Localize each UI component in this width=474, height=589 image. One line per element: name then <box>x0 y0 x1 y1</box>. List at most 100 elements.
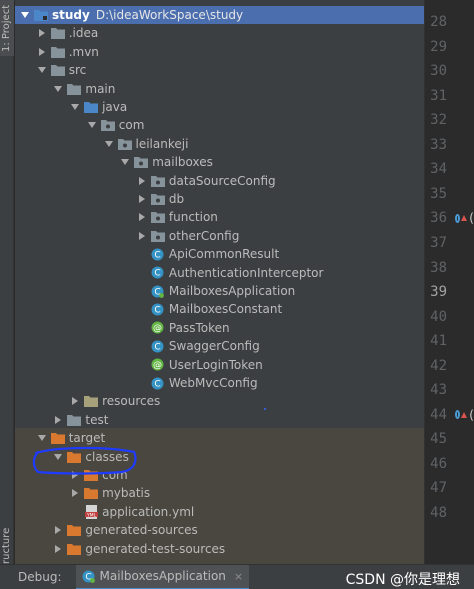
tree-row[interactable]: mybatis <box>15 484 424 502</box>
line-number: 34 <box>430 161 447 178</box>
line-number: 40 <box>430 308 447 325</box>
package-icon <box>150 174 165 188</box>
tree-row[interactable]: generated-test-sources <box>15 540 424 558</box>
expand-arrow-icon[interactable] <box>36 24 48 42</box>
tree-row[interactable]: db <box>15 190 424 208</box>
collapse-arrow-icon[interactable] <box>19 6 31 24</box>
line-number: 45 <box>430 431 447 448</box>
line-number: 44 <box>430 406 447 423</box>
tree-row[interactable]: mailboxes <box>15 153 424 171</box>
collapse-arrow-icon[interactable] <box>86 116 98 134</box>
tree-row[interactable]: dataSourceConfig <box>15 172 424 190</box>
spring-boot-class-icon: C <box>151 284 165 298</box>
expand-arrow-icon[interactable] <box>69 484 81 502</box>
override-marker-icon[interactable]: ( <box>455 408 474 422</box>
tree-row-label: study <box>52 8 90 22</box>
collapse-arrow-icon[interactable] <box>52 448 64 466</box>
tree-row-label: com <box>118 118 145 133</box>
expand-arrow-icon[interactable] <box>136 208 148 226</box>
tree-row[interactable]: classes <box>15 448 424 466</box>
expand-arrow-icon[interactable] <box>52 521 64 539</box>
no-arrow <box>136 264 148 282</box>
tree-row[interactable]: generated-sources <box>15 521 424 539</box>
expand-arrow-icon[interactable] <box>52 540 64 558</box>
tree-row[interactable]: .idea <box>15 24 424 42</box>
tree-row[interactable]: resources <box>15 392 424 410</box>
tree-row[interactable]: C MailboxesConstant <box>15 300 424 318</box>
tree-row[interactable]: com <box>15 466 424 484</box>
source-folder-icon <box>84 100 99 114</box>
tree-row[interactable]: function <box>15 208 424 226</box>
editor-gutter: 28 29 30 31 32 33 34 35 36 (37 38 39 40 41 42 43 44 (45 46… <box>424 0 474 564</box>
tree-row[interactable]: C ApiCommonResult <box>15 245 424 263</box>
tree-row[interactable]: otherConfig <box>15 227 424 245</box>
class-icon: C <box>151 266 165 280</box>
tree-row-path: D:\ideaWorkSpace\study <box>95 8 244 22</box>
tree-row[interactable]: test <box>15 411 424 429</box>
expand-arrow-icon[interactable] <box>36 43 48 61</box>
tree-row[interactable]: java <box>15 98 424 116</box>
line-number: 31 <box>430 87 447 104</box>
line-number: 36 <box>430 210 447 227</box>
line-number: 43 <box>430 382 447 399</box>
tree-row[interactable]: C SwaggerConfig <box>15 337 424 355</box>
expand-arrow-icon[interactable] <box>52 411 64 429</box>
expand-arrow-icon[interactable] <box>136 190 148 208</box>
class-icon: C <box>151 302 165 316</box>
svg-text:C: C <box>155 269 161 279</box>
collapse-arrow-icon[interactable] <box>36 429 48 447</box>
excluded-folder-icon <box>67 542 82 556</box>
line-number: 41 <box>430 333 447 350</box>
project-tool-tab[interactable]: 1: Project <box>0 0 14 56</box>
tree-row[interactable]: src <box>15 61 424 79</box>
yml-file-icon: YML <box>84 504 98 519</box>
collapse-arrow-icon[interactable] <box>36 61 48 79</box>
tree-row[interactable]: study D:\ideaWorkSpace\study <box>15 6 424 24</box>
expand-arrow-icon[interactable] <box>69 466 81 484</box>
tree-row[interactable]: @ UserLoginToken <box>15 356 424 374</box>
class-icon: C <box>151 376 165 390</box>
module-folder-icon <box>34 8 48 22</box>
tree-row[interactable]: C WebMvcConfig <box>15 374 424 392</box>
collapse-arrow-icon[interactable] <box>103 135 115 153</box>
code-fragment: ( <box>468 408 474 422</box>
tree-row-label: MailboxesApplication <box>168 284 296 298</box>
collapse-arrow-icon[interactable] <box>119 153 131 171</box>
tree-row[interactable]: YML application.yml <box>15 503 424 521</box>
override-marker-icon[interactable]: ( <box>455 211 474 225</box>
tree-row[interactable]: C AuthenticationInterceptor <box>15 264 424 282</box>
tree-row[interactable]: main <box>15 80 424 98</box>
tree-row[interactable]: .mvn <box>15 43 424 61</box>
watermark: CSDN @你是理想 <box>345 572 460 588</box>
tree-row-label: test <box>85 412 109 427</box>
debug-label: Debug: <box>18 570 62 584</box>
tree-row[interactable]: @ PassToken <box>15 319 424 337</box>
tree-row-label: UserLoginToken <box>168 357 263 372</box>
collapse-arrow-icon[interactable] <box>69 98 81 116</box>
package-icon <box>150 229 165 243</box>
tree-row-label: PassToken <box>168 320 230 335</box>
tree-row[interactable]: leilankeji <box>15 135 424 153</box>
tree-row[interactable]: target <box>15 429 424 447</box>
tree-row-label: resources <box>102 394 161 409</box>
expand-arrow-icon[interactable] <box>136 172 148 190</box>
excluded-folder-icon <box>67 523 82 537</box>
debug-tab-label: MailboxesApplication <box>99 569 226 583</box>
tree-row-label: classes <box>85 449 129 464</box>
expand-arrow-icon[interactable] <box>136 227 148 245</box>
debug-tab-mailboxes-application[interactable]: C MailboxesApplication × <box>75 564 250 589</box>
tree-row[interactable]: C MailboxesApplication <box>15 282 424 300</box>
folder-icon <box>50 63 65 77</box>
close-icon[interactable]: × <box>234 570 243 583</box>
tree-row-label: mailboxes <box>152 155 213 170</box>
no-arrow <box>136 300 148 318</box>
expand-arrow-icon[interactable] <box>69 392 81 410</box>
line-number: 47 <box>430 480 447 497</box>
tree-row-label: com <box>102 468 128 482</box>
left-tool-strip: 1: Project ructure <box>0 0 14 564</box>
resources-folder-icon <box>84 394 99 408</box>
package-icon <box>134 155 149 169</box>
structure-tool-tab[interactable]: ructure <box>0 528 14 564</box>
tree-row[interactable]: com <box>15 116 424 134</box>
collapse-arrow-icon[interactable] <box>52 80 64 98</box>
